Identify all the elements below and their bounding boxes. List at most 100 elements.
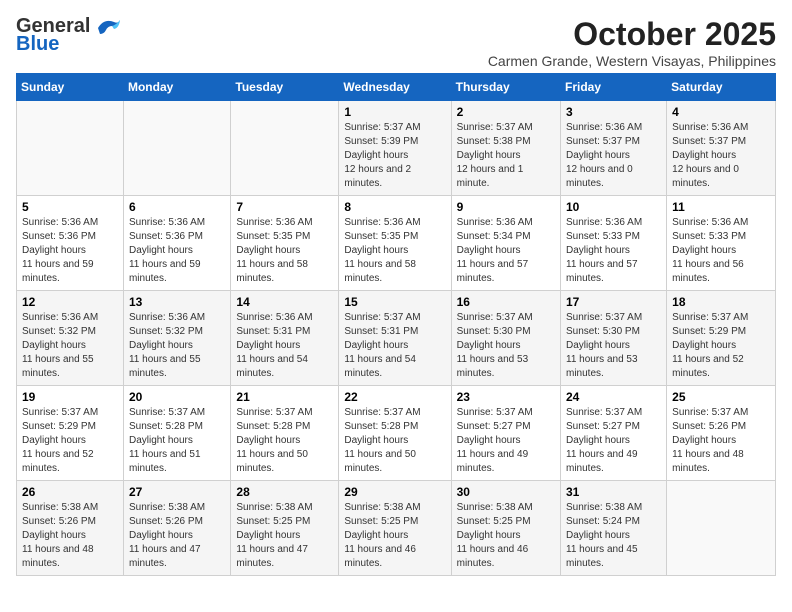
day-number: 19 bbox=[22, 390, 118, 404]
calendar-week-row: 26 Sunrise: 5:38 AMSunset: 5:26 PMDayligh… bbox=[17, 481, 776, 576]
calendar-table: SundayMondayTuesdayWednesdayThursdayFrid… bbox=[16, 73, 776, 576]
day-number: 4 bbox=[672, 105, 770, 119]
day-number: 28 bbox=[236, 485, 333, 499]
day-info: Sunrise: 5:37 AMSunset: 5:26 PMDaylight … bbox=[672, 406, 770, 476]
calendar-cell: 17 Sunrise: 5:37 AMSunset: 5:30 PMDayligh… bbox=[561, 291, 667, 386]
page-header: General Blue October 2025 Carmen Grande,… bbox=[16, 16, 776, 69]
day-number: 23 bbox=[457, 390, 555, 404]
day-number: 22 bbox=[344, 390, 445, 404]
day-number: 9 bbox=[457, 200, 555, 214]
day-info: Sunrise: 5:37 AMSunset: 5:28 PMDaylight … bbox=[236, 406, 333, 476]
day-number: 17 bbox=[566, 295, 661, 309]
day-info: Sunrise: 5:36 AMSunset: 5:36 PMDaylight … bbox=[129, 216, 225, 286]
month-title: October 2025 bbox=[488, 16, 776, 53]
calendar-cell: 31 Sunrise: 5:38 AMSunset: 5:24 PMDayligh… bbox=[561, 481, 667, 576]
day-number: 5 bbox=[22, 200, 118, 214]
calendar-cell: 18 Sunrise: 5:37 AMSunset: 5:29 PMDayligh… bbox=[667, 291, 776, 386]
calendar-cell: 20Sunrise: 5:37 AMSunset: 5:28 PMDayligh… bbox=[123, 386, 230, 481]
day-info: Sunrise: 5:36 AMSunset: 5:32 PMDaylight … bbox=[22, 311, 118, 381]
day-number: 24 bbox=[566, 390, 661, 404]
day-info: Sunrise: 5:37 AMSunset: 5:28 PMDaylight … bbox=[344, 406, 445, 476]
col-header-tuesday: Tuesday bbox=[231, 74, 339, 101]
day-info: Sunrise: 5:36 AMSunset: 5:35 PMDaylight … bbox=[344, 216, 445, 286]
calendar-cell: 21 Sunrise: 5:37 AMSunset: 5:28 PMDayligh… bbox=[231, 386, 339, 481]
day-info: Sunrise: 5:38 AMSunset: 5:26 PMDaylight … bbox=[22, 501, 118, 571]
col-header-sunday: Sunday bbox=[17, 74, 124, 101]
day-number: 7 bbox=[236, 200, 333, 214]
day-number: 16 bbox=[457, 295, 555, 309]
calendar-cell: 14 Sunrise: 5:36 AMSunset: 5:31 PMDayligh… bbox=[231, 291, 339, 386]
day-info: Sunrise: 5:37 AMSunset: 5:27 PMDaylight … bbox=[566, 406, 661, 476]
day-number: 11 bbox=[672, 200, 770, 214]
day-info: Sunrise: 5:36 AMSunset: 5:37 PMDaylight … bbox=[672, 121, 770, 191]
day-info: Sunrise: 5:37 AMSunset: 5:29 PMDaylight … bbox=[672, 311, 770, 381]
calendar-cell: 10 Sunrise: 5:36 AMSunset: 5:33 PMDayligh… bbox=[561, 196, 667, 291]
day-info: Sunrise: 5:36 AMSunset: 5:31 PMDaylight … bbox=[236, 311, 333, 381]
calendar-cell: 16 Sunrise: 5:37 AMSunset: 5:30 PMDayligh… bbox=[451, 291, 560, 386]
day-number: 8 bbox=[344, 200, 445, 214]
col-header-friday: Friday bbox=[561, 74, 667, 101]
title-block: October 2025 Carmen Grande, Western Visa… bbox=[488, 16, 776, 69]
calendar-cell: 15 Sunrise: 5:37 AMSunset: 5:31 PMDayligh… bbox=[339, 291, 451, 386]
day-info: Sunrise: 5:37 AMSunset: 5:39 PMDaylight … bbox=[344, 121, 445, 191]
day-info: Sunrise: 5:37 AMSunset: 5:30 PMDaylight … bbox=[457, 311, 555, 381]
location-subtitle: Carmen Grande, Western Visayas, Philippi… bbox=[488, 53, 776, 69]
day-number: 3 bbox=[566, 105, 661, 119]
calendar-header-row: SundayMondayTuesdayWednesdayThursdayFrid… bbox=[17, 74, 776, 101]
day-info: Sunrise: 5:38 AMSunset: 5:25 PMDaylight … bbox=[236, 501, 333, 571]
logo: General Blue bbox=[16, 16, 122, 54]
calendar-cell: 2Sunrise: 5:37 AMSunset: 5:38 PMDaylight… bbox=[451, 101, 560, 196]
calendar-cell: 30Sunrise: 5:38 AMSunset: 5:25 PMDayligh… bbox=[451, 481, 560, 576]
day-info: Sunrise: 5:37 AMSunset: 5:31 PMDaylight … bbox=[344, 311, 445, 381]
day-number: 10 bbox=[566, 200, 661, 214]
day-number: 6 bbox=[129, 200, 225, 214]
day-number: 12 bbox=[22, 295, 118, 309]
calendar-cell: 22 Sunrise: 5:37 AMSunset: 5:28 PMDayligh… bbox=[339, 386, 451, 481]
calendar-cell: 4 Sunrise: 5:36 AMSunset: 5:37 PMDaylight… bbox=[667, 101, 776, 196]
calendar-cell: 23 Sunrise: 5:37 AMSunset: 5:27 PMDayligh… bbox=[451, 386, 560, 481]
day-info: Sunrise: 5:37 AMSunset: 5:30 PMDaylight … bbox=[566, 311, 661, 381]
calendar-cell bbox=[667, 481, 776, 576]
day-number: 15 bbox=[344, 295, 445, 309]
calendar-cell: 29Sunrise: 5:38 AMSunset: 5:25 PMDayligh… bbox=[339, 481, 451, 576]
calendar-cell: 9 Sunrise: 5:36 AMSunset: 5:34 PMDaylight… bbox=[451, 196, 560, 291]
day-number: 21 bbox=[236, 390, 333, 404]
day-number: 18 bbox=[672, 295, 770, 309]
col-header-thursday: Thursday bbox=[451, 74, 560, 101]
day-number: 25 bbox=[672, 390, 770, 404]
calendar-week-row: 1Sunrise: 5:37 AMSunset: 5:39 PMDaylight… bbox=[17, 101, 776, 196]
calendar-cell: 5 Sunrise: 5:36 AMSunset: 5:36 PMDaylight… bbox=[17, 196, 124, 291]
calendar-cell: 13Sunrise: 5:36 AMSunset: 5:32 PMDayligh… bbox=[123, 291, 230, 386]
logo-bird-icon bbox=[94, 16, 122, 43]
day-info: Sunrise: 5:37 AMSunset: 5:38 PMDaylight … bbox=[457, 121, 555, 191]
day-info: Sunrise: 5:36 AMSunset: 5:34 PMDaylight … bbox=[457, 216, 555, 286]
calendar-week-row: 19Sunrise: 5:37 AMSunset: 5:29 PMDayligh… bbox=[17, 386, 776, 481]
day-info: Sunrise: 5:36 AMSunset: 5:33 PMDaylight … bbox=[566, 216, 661, 286]
col-header-monday: Monday bbox=[123, 74, 230, 101]
day-info: Sunrise: 5:36 AMSunset: 5:33 PMDaylight … bbox=[672, 216, 770, 286]
calendar-cell: 1Sunrise: 5:37 AMSunset: 5:39 PMDaylight… bbox=[339, 101, 451, 196]
calendar-cell: 27Sunrise: 5:38 AMSunset: 5:26 PMDayligh… bbox=[123, 481, 230, 576]
calendar-cell: 24 Sunrise: 5:37 AMSunset: 5:27 PMDayligh… bbox=[561, 386, 667, 481]
calendar-week-row: 5 Sunrise: 5:36 AMSunset: 5:36 PMDaylight… bbox=[17, 196, 776, 291]
calendar-cell: 7 Sunrise: 5:36 AMSunset: 5:35 PMDaylight… bbox=[231, 196, 339, 291]
calendar-cell bbox=[17, 101, 124, 196]
calendar-cell: 25 Sunrise: 5:37 AMSunset: 5:26 PMDayligh… bbox=[667, 386, 776, 481]
day-number: 31 bbox=[566, 485, 661, 499]
calendar-cell: 3Sunrise: 5:36 AMSunset: 5:37 PMDaylight… bbox=[561, 101, 667, 196]
calendar-cell bbox=[231, 101, 339, 196]
day-number: 14 bbox=[236, 295, 333, 309]
day-info: Sunrise: 5:38 AMSunset: 5:24 PMDaylight … bbox=[566, 501, 661, 571]
day-info: Sunrise: 5:37 AMSunset: 5:27 PMDaylight … bbox=[457, 406, 555, 476]
calendar-cell: 6 Sunrise: 5:36 AMSunset: 5:36 PMDaylight… bbox=[123, 196, 230, 291]
day-info: Sunrise: 5:38 AMSunset: 5:26 PMDaylight … bbox=[129, 501, 225, 571]
day-number: 13 bbox=[129, 295, 225, 309]
day-info: Sunrise: 5:38 AMSunset: 5:25 PMDaylight … bbox=[344, 501, 445, 571]
day-info: Sunrise: 5:36 AMSunset: 5:35 PMDaylight … bbox=[236, 216, 333, 286]
calendar-week-row: 12 Sunrise: 5:36 AMSunset: 5:32 PMDayligh… bbox=[17, 291, 776, 386]
day-info: Sunrise: 5:36 AMSunset: 5:36 PMDaylight … bbox=[22, 216, 118, 286]
col-header-saturday: Saturday bbox=[667, 74, 776, 101]
calendar-cell: 19Sunrise: 5:37 AMSunset: 5:29 PMDayligh… bbox=[17, 386, 124, 481]
day-number: 30 bbox=[457, 485, 555, 499]
day-number: 26 bbox=[22, 485, 118, 499]
